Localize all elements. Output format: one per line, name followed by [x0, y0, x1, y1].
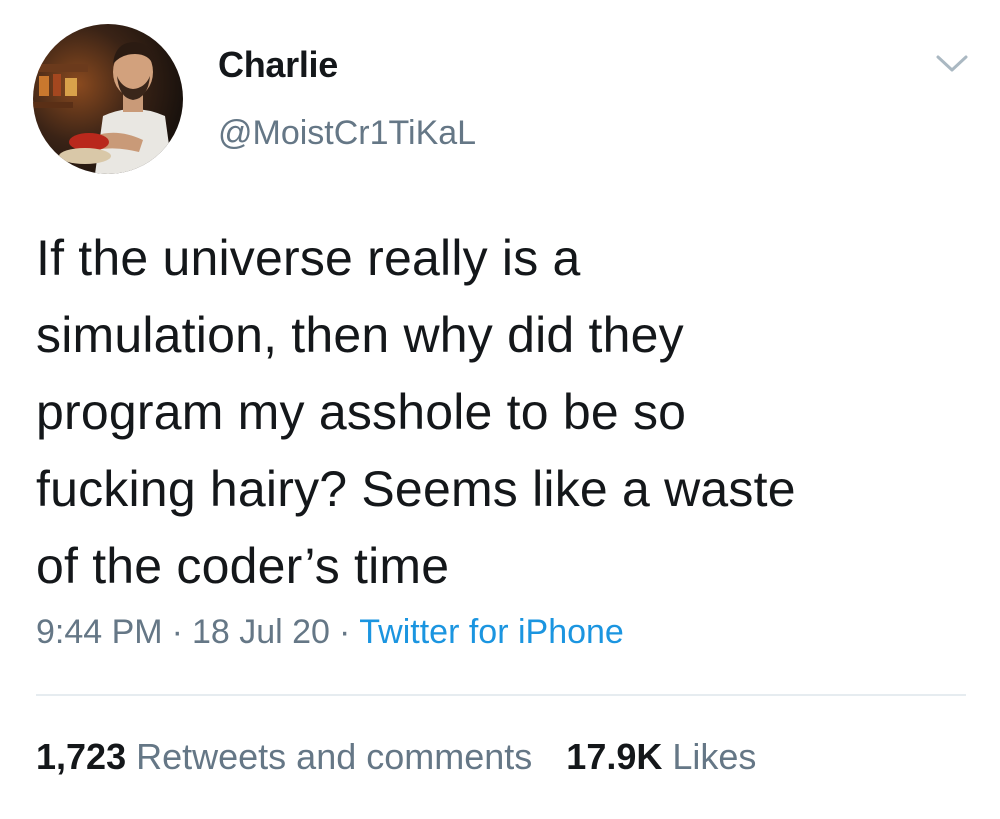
- avatar[interactable]: [33, 24, 183, 174]
- retweets-label: Retweets and comments: [136, 736, 533, 777]
- tweet-source-link[interactable]: Twitter for iPhone: [359, 613, 624, 651]
- separator-dot: ·: [171, 613, 183, 651]
- author-display-name[interactable]: Charlie: [218, 44, 338, 86]
- tweet-text-line: program my asshole to be so: [36, 384, 687, 440]
- likes-label: Likes: [672, 736, 757, 777]
- tweet-text: If the universe really is a simulation, …: [36, 220, 966, 605]
- retweets-count: 1,723: [36, 736, 127, 777]
- separator-dot: ·: [338, 613, 351, 651]
- divider: [36, 694, 966, 696]
- tweet-date[interactable]: 18 Jul 20: [192, 613, 330, 651]
- tweet-text-line: simulation, then why did they: [36, 307, 684, 363]
- chevron-down-icon[interactable]: [934, 52, 970, 76]
- tweet-stats: 1,723 Retweets and comments 17.9K Likes: [36, 736, 756, 778]
- retweets-stat[interactable]: 1,723 Retweets and comments: [36, 736, 532, 777]
- tweet-text-line: fucking hairy? Seems like a waste: [36, 461, 796, 517]
- tweet-card: Charlie @MoistCr1TiKaL If the universe r…: [0, 0, 1000, 819]
- likes-count: 17.9K: [566, 736, 663, 777]
- tweet-time[interactable]: 9:44 PM: [36, 613, 163, 651]
- tweet-text-line: of the coder’s time: [36, 538, 450, 594]
- author-handle[interactable]: @MoistCr1TiKaL: [218, 114, 476, 153]
- profile-photo-icon: [33, 24, 183, 174]
- tweet-metadata: 9:44 PM · 18 Jul 20 · Twitter for iPhone: [36, 613, 624, 652]
- likes-stat[interactable]: 17.9K Likes: [566, 736, 756, 777]
- tweet-text-line: If the universe really is a: [36, 230, 581, 286]
